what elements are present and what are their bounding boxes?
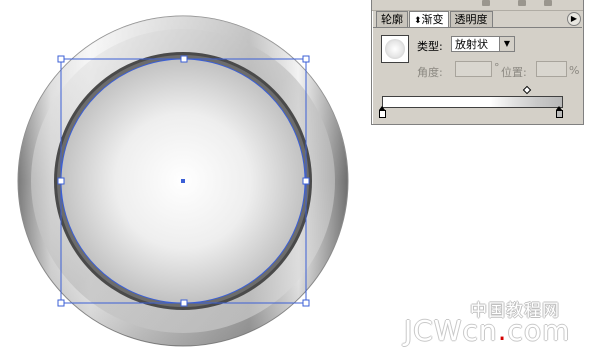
degree-symbol: ° [494,61,500,74]
handle-middle-right[interactable] [302,177,310,185]
gradient-midpoint-diamond[interactable] [522,85,532,95]
angle-label: 角度: [417,66,443,79]
handle-bottom-right[interactable] [302,299,310,307]
gradient-type-value: 放射状 [455,38,488,51]
chevron-down-icon[interactable]: ▼ [499,36,515,52]
gradient-panel: 轮廓 ⬍渐变 透明度 ▶ 类型: 放射状 ▼ 角度: ° 位置: % [371,0,584,125]
anchor-point-icon[interactable] [181,179,185,183]
tab-transparency[interactable]: 透明度 [449,11,493,27]
gradient-swatch [385,39,405,59]
panel-top-strip [372,0,583,11]
angle-field[interactable] [455,61,492,77]
panel-tabs: 轮廓 ⬍渐变 透明度 [376,11,494,28]
tab-gradient-label: 渐变 [421,13,444,26]
handle-middle-left[interactable] [57,177,65,185]
handle-top-left[interactable] [57,55,65,63]
location-field[interactable] [536,61,567,77]
gradient-type-select[interactable]: 放射状 ▼ [451,36,515,52]
gradient-preview[interactable] [381,35,409,63]
handle-top-center[interactable] [180,55,188,63]
handle-top-right[interactable] [302,55,310,63]
toolbar-glyph-icon [518,0,526,6]
updown-arrows-icon: ⬍ [414,16,422,26]
watermark-suffix: com [507,314,571,347]
tab-stroke-label: 轮廓 [381,13,403,26]
panel-menu-icon[interactable]: ▶ [567,12,581,26]
tab-stroke[interactable]: 轮廓 [376,11,408,27]
gradient-slider-bar[interactable] [382,96,563,108]
tab-transparency-label: 透明度 [454,13,488,26]
panel-body: 类型: 放射状 ▼ 角度: ° 位置: % [373,27,582,124]
handle-bottom-center[interactable] [180,299,188,307]
gradient-stop-end[interactable] [556,106,563,118]
watermark-prefix: JCWcn [404,314,498,347]
toolbar-glyph-icon [544,0,552,6]
percent-symbol: % [569,64,580,77]
toolbar-glyph-icon [482,0,490,6]
gradient-stop-start[interactable] [379,106,386,118]
handle-bottom-left[interactable] [57,299,65,307]
type-label: 类型: [417,40,443,53]
watermark-latin: JCWcn.com [404,314,570,347]
location-label: 位置: [501,66,527,79]
watermark-dot: . [497,314,508,347]
tab-gradient[interactable]: ⬍渐变 [409,11,449,28]
